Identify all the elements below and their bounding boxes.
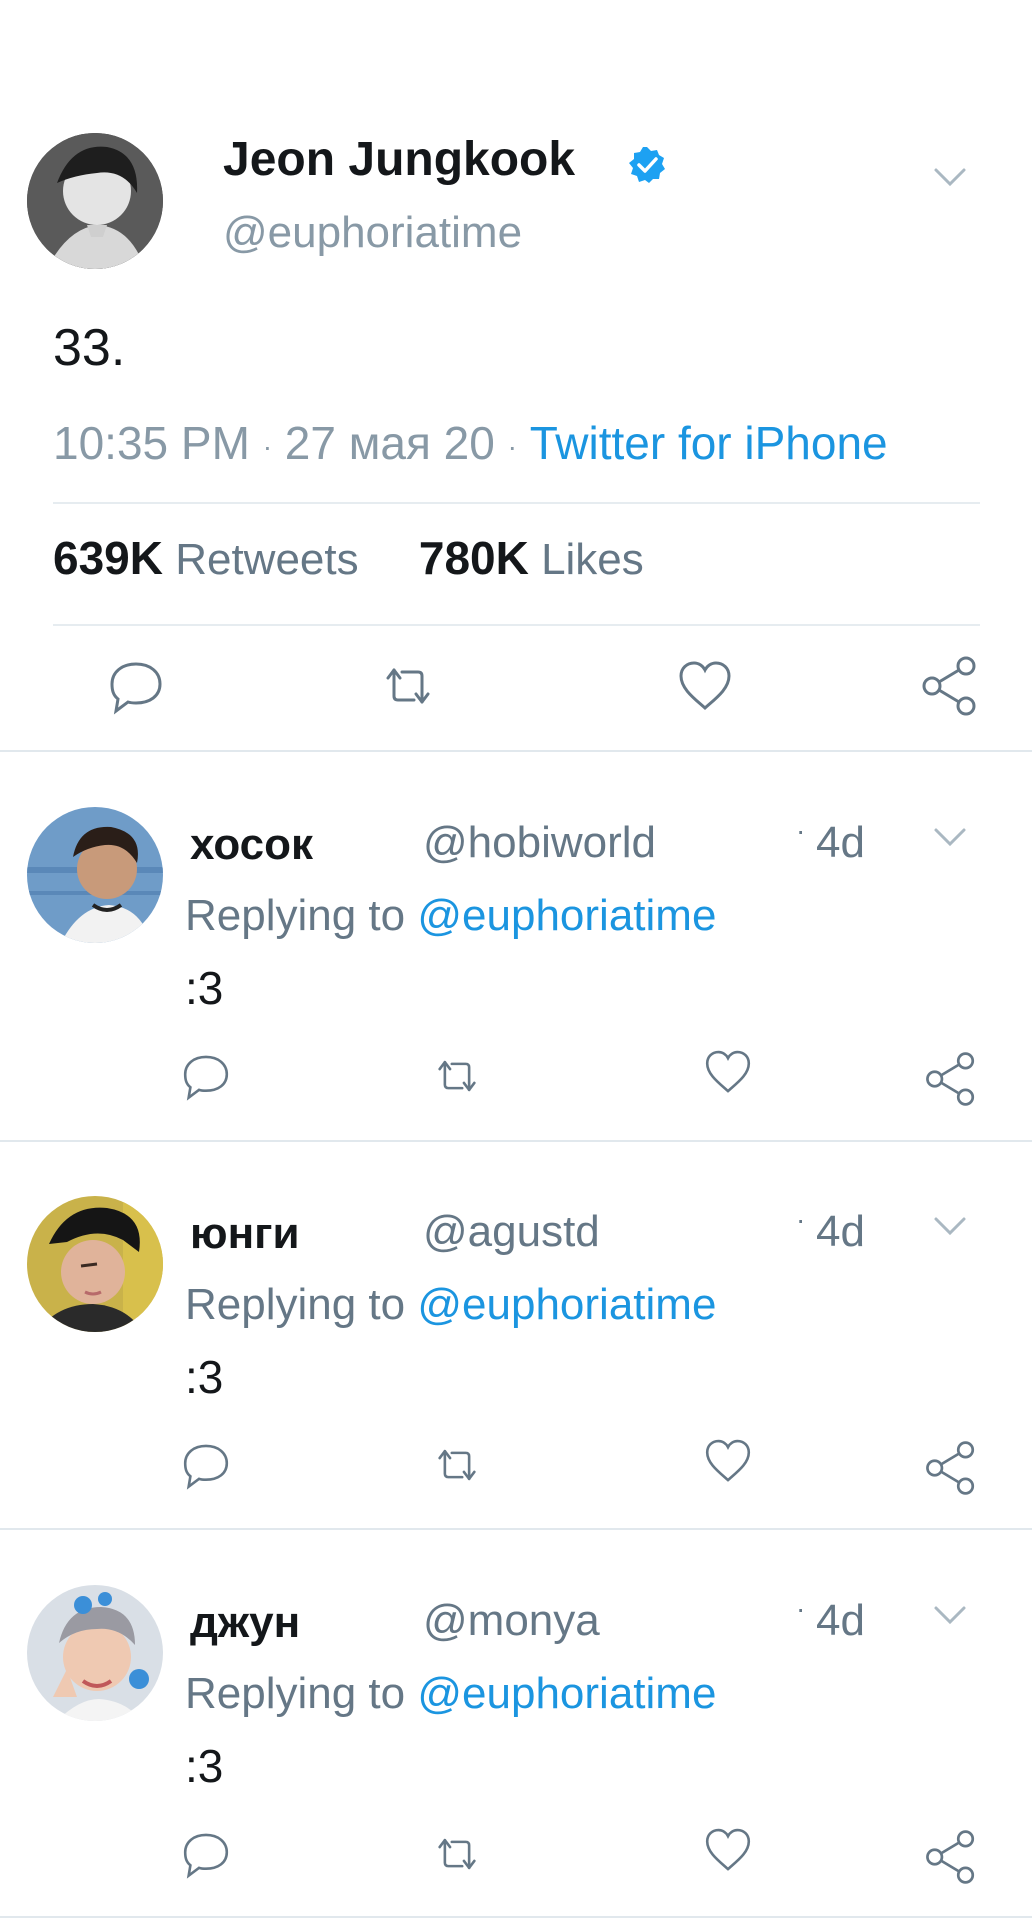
reply-dot: · bbox=[796, 1204, 806, 1235]
avatar[interactable] bbox=[27, 1196, 163, 1332]
avatar[interactable] bbox=[27, 1585, 163, 1721]
replying-label: Replying to bbox=[185, 1669, 406, 1718]
divider bbox=[53, 502, 980, 504]
reply-name[interactable]: джун bbox=[190, 1596, 300, 1650]
chevron-down-icon[interactable] bbox=[930, 160, 970, 192]
reply-text: :3 bbox=[185, 1351, 224, 1403]
share-icon[interactable] bbox=[922, 1050, 980, 1108]
retweets-count: 639K bbox=[53, 532, 163, 584]
reply-icon[interactable] bbox=[106, 656, 166, 716]
author-name[interactable]: Jeon Jungkook bbox=[223, 132, 575, 188]
retweet-icon[interactable] bbox=[378, 656, 438, 716]
meta-dot: · bbox=[507, 430, 517, 462]
share-icon[interactable] bbox=[922, 1439, 980, 1497]
reply-icon[interactable] bbox=[180, 1439, 232, 1491]
reply-dot: · bbox=[796, 1593, 806, 1624]
chevron-down-icon[interactable] bbox=[930, 1598, 970, 1630]
chevron-down-icon[interactable] bbox=[930, 820, 970, 852]
tweet-meta: 10:35 PM · 27 мая 20 · Twitter for iPhon… bbox=[53, 415, 888, 475]
replying-to: Replying to @euphoriatime bbox=[185, 1277, 716, 1333]
reply-time[interactable]: 4d bbox=[816, 816, 865, 870]
tweet-stats: 639K Retweets 780K Likes bbox=[53, 530, 644, 588]
divider bbox=[53, 624, 980, 626]
reply-icon[interactable] bbox=[180, 1050, 232, 1102]
section-separator bbox=[0, 1916, 1032, 1918]
retweets-label: Retweets bbox=[175, 535, 359, 584]
likes-stat[interactable]: 780K Likes bbox=[418, 532, 644, 584]
avatar[interactable] bbox=[27, 133, 163, 269]
section-separator bbox=[0, 1528, 1032, 1530]
replying-label: Replying to bbox=[185, 1280, 406, 1329]
replying-to-link[interactable]: @euphoriatime bbox=[417, 1669, 716, 1718]
reply-handle[interactable]: @hobiworld bbox=[423, 816, 656, 870]
like-icon[interactable] bbox=[702, 1046, 754, 1098]
author-handle[interactable]: @euphoriatime bbox=[223, 207, 522, 259]
replying-to-link[interactable]: @euphoriatime bbox=[417, 1280, 716, 1329]
reply-name[interactable]: юнги bbox=[190, 1207, 300, 1261]
verified-badge-icon bbox=[627, 145, 667, 185]
like-icon[interactable] bbox=[702, 1824, 754, 1876]
share-icon[interactable] bbox=[918, 654, 982, 718]
share-icon[interactable] bbox=[922, 1828, 980, 1886]
likes-label: Likes bbox=[541, 535, 644, 584]
replying-to: Replying to @euphoriatime bbox=[185, 1666, 716, 1722]
avatar[interactable] bbox=[27, 807, 163, 943]
tweet-date: 27 мая 20 bbox=[284, 417, 495, 469]
replying-label: Replying to bbox=[185, 891, 406, 940]
meta-dot: · bbox=[262, 430, 273, 462]
reply-handle[interactable]: @monya bbox=[423, 1594, 600, 1648]
tweet-time: 10:35 PM bbox=[53, 417, 250, 469]
reply-time[interactable]: 4d bbox=[816, 1205, 865, 1259]
reply-text: :3 bbox=[185, 962, 224, 1014]
section-separator bbox=[0, 750, 1032, 752]
reply-name[interactable]: хосок bbox=[190, 818, 313, 872]
reply-time[interactable]: 4d bbox=[816, 1594, 865, 1648]
reply-icon[interactable] bbox=[180, 1828, 232, 1880]
like-icon[interactable] bbox=[675, 656, 735, 716]
likes-count: 780K bbox=[418, 532, 529, 584]
section-separator bbox=[0, 1140, 1032, 1142]
reply-dot: · bbox=[796, 815, 806, 846]
retweet-icon[interactable] bbox=[431, 1439, 483, 1491]
tweet-source-link[interactable]: Twitter for iPhone bbox=[530, 417, 888, 469]
tweet-text: 33. bbox=[53, 319, 126, 377]
retweet-icon[interactable] bbox=[431, 1828, 483, 1880]
retweets-stat[interactable]: 639K Retweets bbox=[53, 532, 371, 584]
reply-text: :3 bbox=[185, 1740, 224, 1792]
reply-handle[interactable]: @agustd bbox=[423, 1205, 600, 1259]
like-icon[interactable] bbox=[702, 1435, 754, 1487]
replying-to: Replying to @euphoriatime bbox=[185, 888, 716, 944]
chevron-down-icon[interactable] bbox=[930, 1209, 970, 1241]
retweet-icon[interactable] bbox=[431, 1050, 483, 1102]
replying-to-link[interactable]: @euphoriatime bbox=[417, 891, 716, 940]
